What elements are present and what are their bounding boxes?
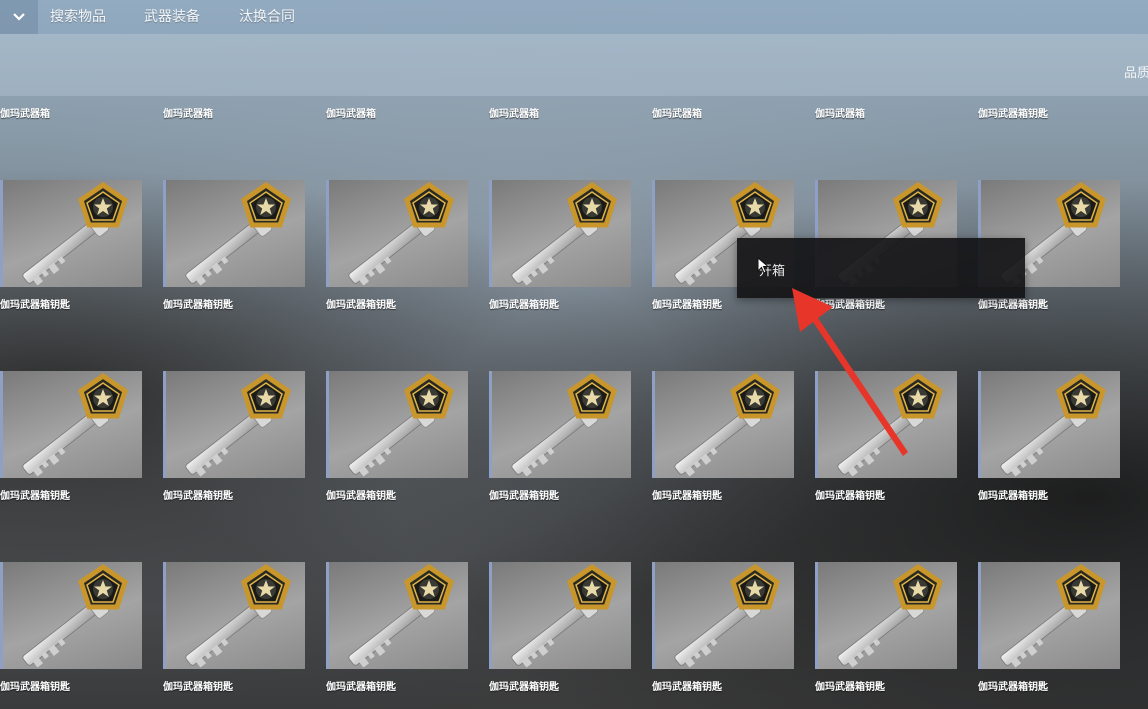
gamma-case-key-icon [22, 372, 128, 477]
item-tile [652, 562, 794, 669]
mouse-cursor-icon [757, 257, 770, 274]
item-tile [0, 180, 142, 287]
tab-weapons-equipment[interactable]: 武器装备 [144, 6, 200, 26]
gamma-case-key-icon [1000, 372, 1106, 477]
inventory-item[interactable]: 伽玛武器箱钥匙 [163, 180, 305, 311]
item-name: 伽玛武器箱 [163, 109, 213, 120]
quality-filter[interactable]: 品质 [1124, 62, 1148, 81]
inventory-item[interactable]: 伽玛武器箱钥匙 [978, 562, 1120, 693]
item-tile [815, 562, 957, 669]
item-name: 伽玛武器箱钥匙 [326, 682, 396, 693]
item-tile [0, 371, 142, 478]
inventory-item[interactable]: 伽玛武器箱钥匙 [0, 562, 142, 693]
item-name: 伽玛武器箱 [326, 109, 376, 120]
item-name: 伽玛武器箱钥匙 [815, 300, 885, 311]
item-tile [163, 562, 305, 669]
gamma-case-key-icon [511, 563, 617, 668]
item-tile [326, 371, 468, 478]
item-name: 伽玛武器箱钥匙 [326, 300, 396, 311]
nav-dropdown-toggle[interactable] [0, 0, 38, 34]
inventory-item[interactable]: 伽玛武器箱钥匙 [0, 180, 142, 311]
inventory-item[interactable]: 伽玛武器箱钥匙 [815, 371, 957, 502]
inventory-item[interactable]: 伽玛武器箱钥匙 [326, 562, 468, 693]
item-name: 伽玛武器箱钥匙 [489, 491, 559, 502]
inventory-item[interactable]: 伽玛武器箱钥匙 [652, 371, 794, 502]
gamma-case-key-icon [185, 181, 291, 286]
item-tile [489, 371, 631, 478]
gamma-case-key-icon [22, 563, 128, 668]
item-name: 伽玛武器箱 [815, 109, 865, 120]
gamma-case-key-icon [348, 372, 454, 477]
item-name: 伽玛武器箱钥匙 [652, 491, 722, 502]
tab-search-items[interactable]: 搜索物品 [50, 6, 106, 26]
item-name: 伽玛武器箱钥匙 [489, 300, 559, 311]
item-name: 伽玛武器箱钥匙 [489, 682, 559, 693]
gamma-case-key-icon [837, 563, 943, 668]
item-name: 伽玛武器箱钥匙 [978, 109, 1048, 120]
item-name: 伽玛武器箱钥匙 [0, 682, 70, 693]
inventory-item[interactable]: 伽玛武器箱钥匙 [489, 371, 631, 502]
item-name: 伽玛武器箱钥匙 [978, 300, 1048, 311]
item-tile [0, 562, 142, 669]
inventory-item[interactable]: 伽玛武器箱钥匙 [326, 180, 468, 311]
gamma-case-key-icon [348, 563, 454, 668]
item-tile [978, 371, 1120, 478]
item-name: 伽玛武器箱 [489, 109, 539, 120]
item-tile [489, 180, 631, 287]
inventory-item[interactable]: 伽玛武器箱钥匙 [978, 371, 1120, 502]
item-name: 伽玛武器箱钥匙 [163, 682, 233, 693]
item-tile [326, 180, 468, 287]
item-name: 伽玛武器箱钥匙 [652, 300, 722, 311]
item-name: 伽玛武器箱钥匙 [815, 491, 885, 502]
tab-trade-up-contract[interactable]: 汰换合同 [239, 6, 295, 26]
item-name: 伽玛武器箱钥匙 [978, 682, 1048, 693]
top-nav-bar: 搜索物品 武器装备 汰换合同 [0, 0, 1148, 34]
inventory-item[interactable]: 伽玛武器箱钥匙 [815, 562, 957, 693]
item-name: 伽玛武器箱钥匙 [326, 491, 396, 502]
chevron-down-icon [13, 13, 25, 21]
inventory-item[interactable]: 伽玛武器箱钥匙 [163, 371, 305, 502]
inventory-item[interactable]: 伽玛武器箱钥匙 [489, 180, 631, 311]
item-name: 伽玛武器箱钥匙 [815, 682, 885, 693]
inventory-item[interactable]: 伽玛武器箱钥匙 [652, 562, 794, 693]
context-menu: 开箱 [737, 238, 1025, 298]
item-name: 伽玛武器箱钥匙 [652, 682, 722, 693]
inventory-item[interactable]: 伽玛武器箱钥匙 [326, 371, 468, 502]
item-name: 伽玛武器箱钥匙 [163, 491, 233, 502]
inventory-item[interactable]: 伽玛武器箱钥匙 [489, 562, 631, 693]
item-name: 伽玛武器箱钥匙 [163, 300, 233, 311]
item-tile [815, 371, 957, 478]
gamma-case-key-icon [511, 181, 617, 286]
gamma-case-key-icon [674, 563, 780, 668]
item-tile [163, 371, 305, 478]
gamma-case-key-icon [1000, 563, 1106, 668]
item-tile [163, 180, 305, 287]
gamma-case-key-icon [837, 372, 943, 477]
gamma-case-key-icon [22, 181, 128, 286]
item-tile [652, 371, 794, 478]
item-tile [978, 562, 1120, 669]
gamma-case-key-icon [185, 563, 291, 668]
filter-bar [0, 34, 1148, 96]
inventory-item[interactable]: 伽玛武器箱钥匙 [0, 371, 142, 502]
gamma-case-key-icon [674, 372, 780, 477]
item-name: 伽玛武器箱钥匙 [978, 491, 1048, 502]
gamma-case-key-icon [185, 372, 291, 477]
item-tile [326, 562, 468, 669]
item-name: 伽玛武器箱钥匙 [0, 491, 70, 502]
item-tile [489, 562, 631, 669]
item-name: 伽玛武器箱钥匙 [0, 300, 70, 311]
item-name: 伽玛武器箱 [0, 109, 50, 120]
inventory-item[interactable]: 伽玛武器箱钥匙 [163, 562, 305, 693]
item-name: 伽玛武器箱 [652, 109, 702, 120]
gamma-case-key-icon [348, 181, 454, 286]
gamma-case-key-icon [511, 372, 617, 477]
